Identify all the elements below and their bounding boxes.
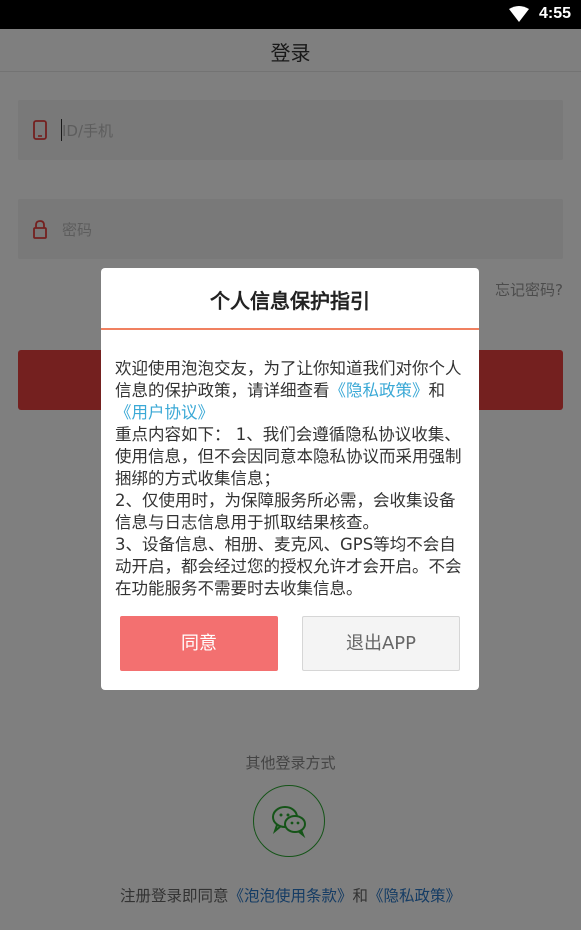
dialog-body: 欢迎使用泡泡交友，为了让你知道我们对你个人信息的保护政策，请详细查看《隐私政策》… <box>115 358 470 600</box>
exit-app-button[interactable]: 退出APP <box>302 616 460 671</box>
status-time: 4:55 <box>538 5 571 22</box>
dialog-point-2: 2、仅使用时，为保障服务所必需，会收集设备信息与日志信息用于抓取结果核查。 <box>115 491 456 532</box>
dialog-title: 个人信息保护指引 <box>210 289 370 313</box>
privacy-guide-dialog: 个人信息保护指引 欢迎使用泡泡交友，为了让你知道我们对你个人信息的保护政策，请详… <box>101 268 479 690</box>
dialog-point-1: 重点内容如下： 1、我们会遵循隐私协议收集、使用信息，但不会因同意本隐私协议而采… <box>115 425 462 488</box>
dialog-point-3: 3、设备信息、相册、麦克风、GPS等均不会自动开启，都会经过您的授权允许才会开启… <box>115 535 462 598</box>
wifi-icon <box>509 6 529 22</box>
dialog-privacy-link[interactable]: 《隐私政策》 <box>330 381 429 400</box>
status-bar: 4:55 <box>0 0 581 29</box>
dialog-divider <box>101 328 479 330</box>
dialog-and: 和 <box>428 381 446 400</box>
agree-button[interactable]: 同意 <box>120 616 278 671</box>
dialog-user-agreement-link[interactable]: 《用户协议》 <box>115 403 214 422</box>
